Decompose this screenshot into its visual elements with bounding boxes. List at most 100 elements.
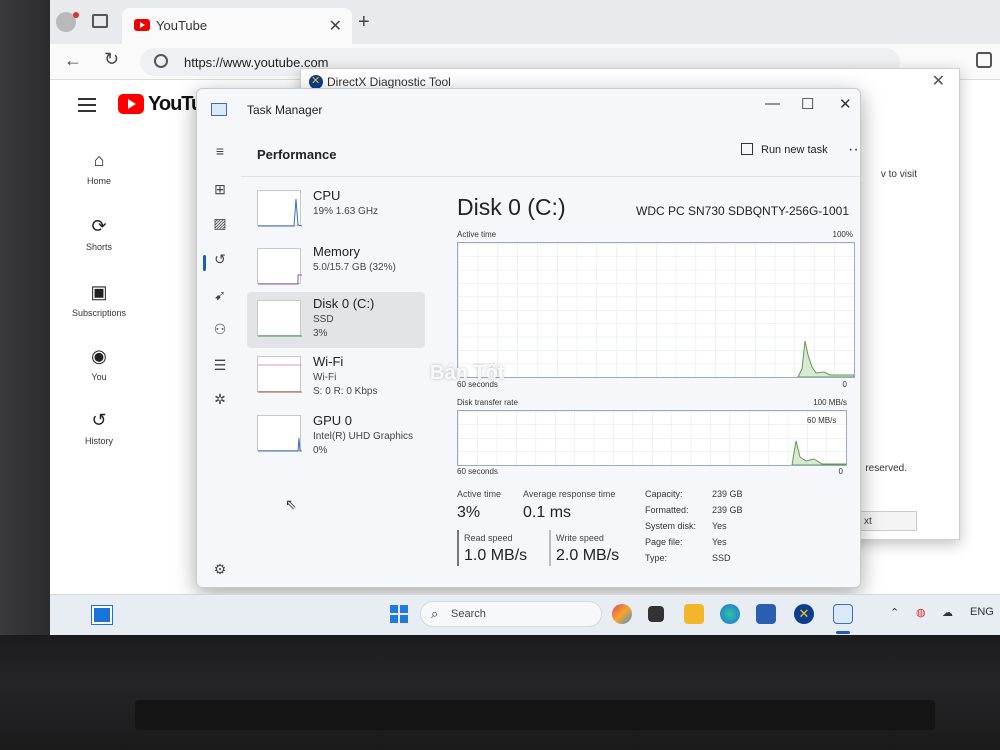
startup-apps-icon[interactable]: ➹ xyxy=(211,287,229,305)
active-time-label: Active time xyxy=(457,230,497,239)
task-manager-nav-rail: ≡ ⊞ ▨ ↺ ➹ ⚇ ☰ ✲ ⚙ xyxy=(197,129,241,587)
resource-name: Memory xyxy=(313,244,360,259)
laptop-bottom-bezel xyxy=(0,635,1000,750)
resource-item-memory[interactable]: Memory 5.0/15.7 GB (32%) xyxy=(247,240,425,296)
minimize-icon[interactable]: — xyxy=(765,95,780,112)
services-icon[interactable]: ✲ xyxy=(211,391,229,409)
gpu-thumbnail-graph xyxy=(257,415,302,452)
page-file-label: Page file: xyxy=(645,537,683,547)
youtube-logo-icon[interactable] xyxy=(118,94,144,114)
directx-title: DirectX Diagnostic Tool xyxy=(327,75,451,89)
yt-nav-label: History xyxy=(84,436,113,446)
stat-avg-response-label: Average response time xyxy=(523,489,616,499)
edge-browser-icon[interactable] xyxy=(720,604,740,624)
task-manager-taskbar-icon[interactable] xyxy=(833,604,853,624)
site-info-icon[interactable] xyxy=(154,54,168,68)
resource-name: CPU xyxy=(313,188,341,203)
resource-item-cpu[interactable]: CPU 19% 1.63 GHz xyxy=(247,184,425,240)
page-title: Performance xyxy=(257,147,337,162)
stat-active-time-label: Active time xyxy=(457,489,502,499)
task-manager-window: Task Manager — ☐ ✕ ≡ ⊞ ▨ ↺ ➹ ⚇ ☰ ✲ ⚙ Per… xyxy=(196,88,861,588)
settings-gear-icon[interactable]: ⚙ xyxy=(211,561,229,579)
directx-text-reserved: reserved. xyxy=(865,463,907,474)
transfer-rate-span: 60 seconds xyxy=(457,467,498,476)
resource-name: Wi-Fi xyxy=(313,354,344,369)
type-label: Type: xyxy=(645,553,668,563)
memory-thumbnail-graph xyxy=(257,248,302,285)
resource-item-disk[interactable]: Disk 0 (C:) SSD 3% xyxy=(247,292,425,348)
tray-overflow-icon[interactable]: ⌃ xyxy=(890,606,899,619)
directx-close-icon[interactable]: ✕ xyxy=(932,71,945,91)
maximize-icon[interactable]: ☐ xyxy=(801,95,814,113)
yt-nav-shorts[interactable]: ⟳ Shorts xyxy=(64,216,134,252)
directx-next-button[interactable]: xt xyxy=(857,511,917,531)
run-new-task-label: Run new task xyxy=(761,144,828,156)
widgets-icon[interactable] xyxy=(91,605,113,625)
transfer-rate-min: 0 xyxy=(838,467,843,476)
tab-sidebar-icon[interactable] xyxy=(92,14,108,28)
yt-nav-label: Home xyxy=(86,176,111,186)
performance-header: Performance Run new task ··· xyxy=(241,129,860,177)
processes-icon[interactable]: ⊞ xyxy=(211,181,229,199)
details-icon[interactable]: ☰ xyxy=(211,357,229,375)
active-app-indicator xyxy=(836,631,850,634)
microsoft-store-icon[interactable] xyxy=(756,604,776,624)
app-history-icon[interactable]: ↺ xyxy=(211,251,229,269)
resource-detail: 0% xyxy=(313,445,328,456)
yt-nav-label: Shorts xyxy=(85,242,112,252)
disk-model: WDC PC SN730 SDBQNTY-256G-1001 xyxy=(636,204,849,218)
yt-nav-label: Subscriptions xyxy=(71,308,127,318)
yt-nav-home[interactable]: ⌂ Home xyxy=(64,150,134,186)
performance-icon[interactable]: ▨ xyxy=(211,215,229,233)
tab-youtube[interactable]: YouTube ✕ xyxy=(122,8,352,44)
resource-detail: SSD xyxy=(313,314,334,325)
transfer-rate-max: 100 MB/s xyxy=(813,398,847,407)
disk-title: Disk 0 (C:) xyxy=(457,194,566,220)
copilot-icon[interactable] xyxy=(612,604,632,624)
more-options-button[interactable]: ··· xyxy=(848,141,860,159)
yt-nav-subscriptions[interactable]: ▣ Subscriptions xyxy=(64,282,134,318)
extensions-icon[interactable] xyxy=(976,52,992,68)
wifi-thumbnail-graph xyxy=(257,356,302,393)
tray-app-icon[interactable]: ◍ xyxy=(916,606,926,619)
system-disk-value: Yes xyxy=(712,521,727,531)
disk-detail-panel: Disk 0 (C:) WDC PC SN730 SDBQNTY-256G-10… xyxy=(447,184,857,584)
task-manager-app-icon xyxy=(211,103,227,116)
cpu-thumbnail-graph xyxy=(257,190,303,227)
resource-item-gpu[interactable]: GPU 0 Intel(R) UHD Graphics 0% xyxy=(247,409,425,465)
taskbar-search-box[interactable]: ⌕ Search xyxy=(420,601,602,627)
resource-name: Disk 0 (C:) xyxy=(313,296,375,311)
file-explorer-icon[interactable] xyxy=(684,604,704,624)
snipping-tool-icon[interactable] xyxy=(648,606,664,622)
yt-nav-history[interactable]: ↺ History xyxy=(64,410,134,446)
back-arrow-icon[interactable]: ← xyxy=(64,50,82,71)
tab-close-icon[interactable]: ✕ xyxy=(329,16,342,36)
mouse-cursor-icon: ⇖ xyxy=(285,496,297,512)
reload-icon[interactable]: ↻ xyxy=(104,49,119,70)
disk-thumbnail-graph xyxy=(257,300,302,337)
resource-list: CPU 19% 1.63 GHz Memory 5.0/15.7 GB (32%… xyxy=(247,184,437,584)
start-button-icon[interactable] xyxy=(390,605,408,623)
subscriptions-icon: ▣ xyxy=(90,282,108,302)
resource-detail: Wi-Fi xyxy=(313,372,337,383)
language-indicator[interactable]: ENG xyxy=(970,606,994,618)
active-time-min: 0 xyxy=(842,380,847,389)
run-new-task-button[interactable]: Run new task xyxy=(741,143,828,156)
type-value: SSD xyxy=(712,553,731,563)
directx-taskbar-icon[interactable]: ✕ xyxy=(794,604,814,624)
users-icon[interactable]: ⚇ xyxy=(211,321,229,339)
network-icon[interactable]: ☁ xyxy=(942,606,953,619)
laptop-hinge xyxy=(135,700,935,730)
directx-text-visit: v to visit xyxy=(880,169,917,180)
hamburger-menu-icon[interactable] xyxy=(78,98,96,112)
yt-nav-you[interactable]: ◉ You xyxy=(64,346,134,382)
new-tab-button[interactable]: + xyxy=(358,12,370,32)
stat-avg-response-value: 0.1 ms xyxy=(523,504,572,521)
search-placeholder: Search xyxy=(451,608,486,620)
profile-avatar-icon[interactable] xyxy=(56,12,79,32)
close-icon[interactable]: ✕ xyxy=(839,95,852,113)
read-speed-bar xyxy=(457,530,459,566)
resource-item-wifi[interactable]: Wi-Fi Wi-Fi S: 0 R: 0 Kbps xyxy=(247,350,425,406)
active-time-chart xyxy=(457,242,855,378)
hamburger-icon[interactable]: ≡ xyxy=(211,143,229,161)
